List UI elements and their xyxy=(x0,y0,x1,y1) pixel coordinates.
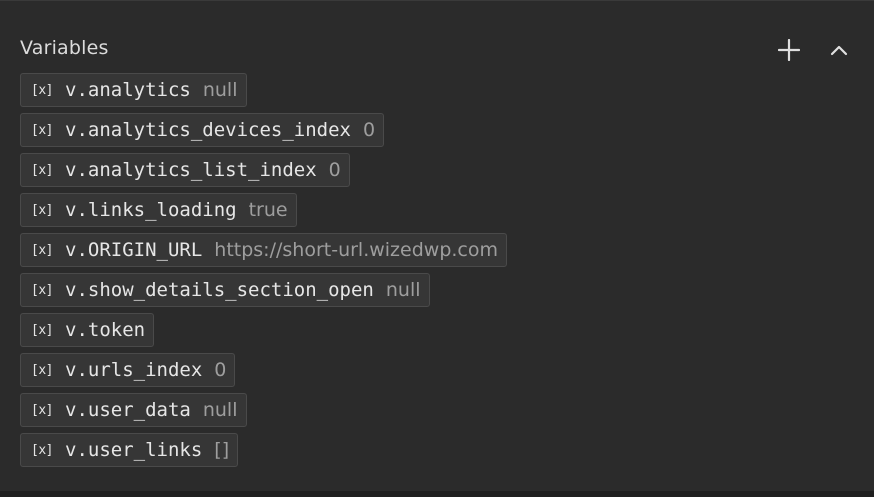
variable-chip[interactable]: [x] v.analytics null xyxy=(20,73,247,107)
variable-value: null xyxy=(202,79,238,101)
variable-name: v.analytics xyxy=(65,79,191,101)
variable-chip[interactable]: [x] v.token xyxy=(20,313,155,347)
variable-value: 0 xyxy=(362,119,376,141)
variable-icon: [x] xyxy=(31,402,53,418)
variable-chip[interactable]: [x] v.analytics_list_index 0 xyxy=(20,153,350,187)
variables-list: [x] v.analytics null [x] v.analytics_dev… xyxy=(20,73,508,473)
variable-name: v.ORIGIN_URL xyxy=(65,239,203,261)
variable-value: null xyxy=(202,399,238,421)
variable-value: https://short-url.wizedwp.com xyxy=(214,239,499,261)
variable-name: v.urls_index xyxy=(65,359,203,381)
variable-chip[interactable]: [x] v.user_links [] xyxy=(20,433,239,467)
variable-icon: [x] xyxy=(31,362,53,378)
variable-name: v.analytics_list_index xyxy=(65,159,317,181)
variable-icon: [x] xyxy=(31,82,53,98)
variable-chip[interactable]: [x] v.urls_index 0 xyxy=(20,353,236,387)
panel-divider xyxy=(0,491,874,497)
variable-value: [] xyxy=(214,439,230,461)
add-variable-button[interactable] xyxy=(774,35,804,65)
variable-chip[interactable]: [x] v.show_details_section_open null xyxy=(20,273,430,307)
variable-name: v.show_details_section_open xyxy=(65,279,374,301)
chevron-up-icon xyxy=(830,45,848,56)
variable-chip[interactable]: [x] v.links_loading true xyxy=(20,193,297,227)
variable-value: true xyxy=(248,199,288,221)
variable-name: v.user_links xyxy=(65,439,203,461)
variable-name: v.user_data xyxy=(65,399,191,421)
variable-chip[interactable]: [x] v.analytics_devices_index 0 xyxy=(20,113,385,147)
panel-header: Variables xyxy=(20,35,854,65)
variable-icon: [x] xyxy=(31,442,53,458)
collapse-panel-button[interactable] xyxy=(824,35,854,65)
variable-name: v.links_loading xyxy=(65,199,237,221)
variable-value: null xyxy=(385,279,421,301)
variables-panel: Variables [x] v.analytics null [x] v.ana… xyxy=(0,0,874,497)
variable-chip[interactable]: [x] v.ORIGIN_URL https://short-url.wized… xyxy=(20,233,508,267)
panel-title: Variables xyxy=(20,37,109,59)
variable-icon: [x] xyxy=(31,322,53,338)
variable-icon: [x] xyxy=(31,122,53,138)
variable-chip[interactable]: [x] v.user_data null xyxy=(20,393,247,427)
plus-icon xyxy=(778,39,800,61)
variable-name: v.analytics_devices_index xyxy=(65,119,351,141)
variable-icon: [x] xyxy=(31,202,53,218)
variable-value: 0 xyxy=(214,359,227,381)
variable-icon: [x] xyxy=(31,242,53,258)
variable-value: 0 xyxy=(328,159,341,181)
variable-name: v.token xyxy=(65,319,146,341)
variable-icon: [x] xyxy=(31,282,53,298)
variable-icon: [x] xyxy=(31,162,53,178)
